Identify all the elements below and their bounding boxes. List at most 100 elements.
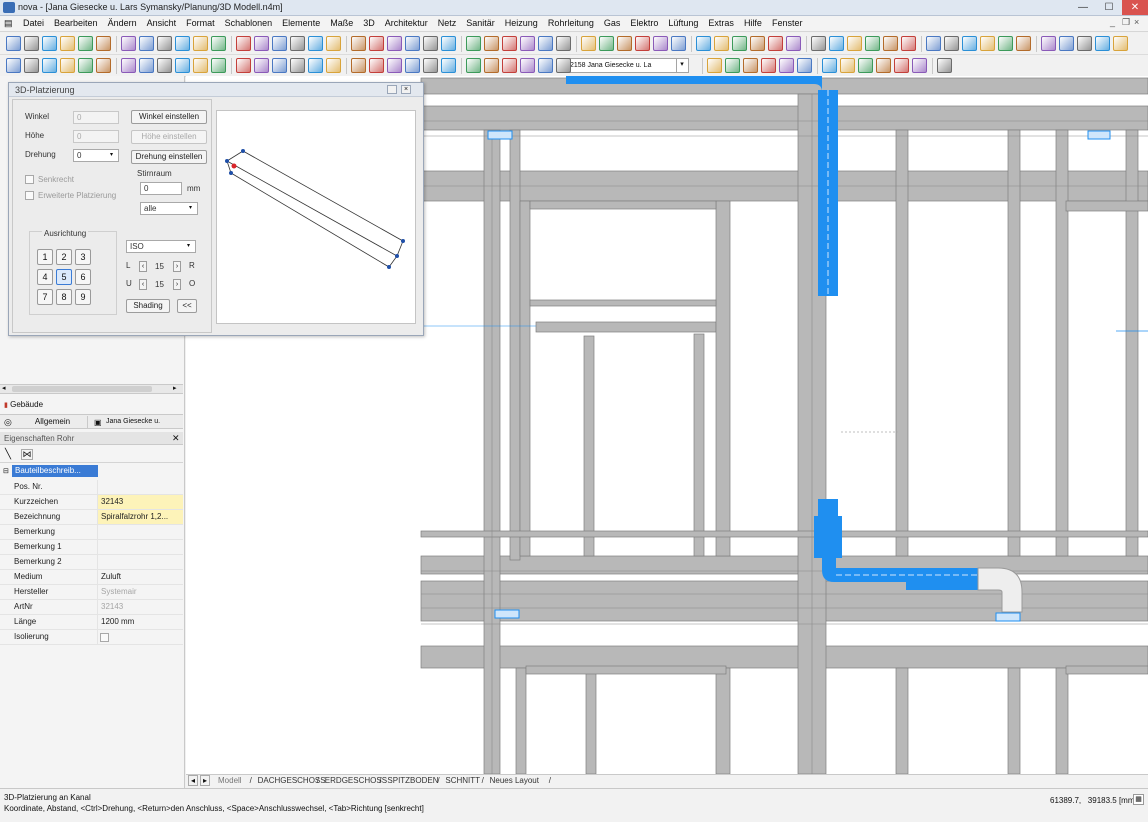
toolbar-tool-icon[interactable] [901, 36, 916, 51]
property-row[interactable]: Pos. Nr. [0, 480, 183, 495]
mdi-close-icon[interactable]: × [1134, 17, 1139, 27]
view-chevron-icon[interactable]: ▾ [187, 242, 190, 249]
sheet-tab[interactable]: DACHGESCHOSS [258, 776, 326, 785]
status-grip-icon[interactable]: ▦ [1133, 794, 1144, 805]
toolbar-tool-icon[interactable] [581, 36, 596, 51]
toolbar-tool-icon[interactable] [6, 36, 21, 51]
toolbar-tool-icon[interactable] [520, 58, 535, 73]
toolbar-tool-icon[interactable] [441, 58, 456, 73]
menu-item[interactable]: Datei [18, 16, 49, 31]
toolbar-tool-icon[interactable] [1041, 36, 1056, 51]
tab-scroll-left-icon[interactable]: ◂ [188, 775, 198, 786]
toolbar-tool-icon[interactable] [937, 58, 952, 73]
toolbar-tool-icon[interactable] [714, 36, 729, 51]
menu-item[interactable]: Hilfe [739, 16, 767, 31]
toolbar-tool-icon[interactable] [1016, 36, 1031, 51]
toolbar-tool-icon[interactable] [466, 58, 481, 73]
toolbar-tool-icon[interactable] [556, 36, 571, 51]
property-value[interactable]: Zuluft [97, 570, 183, 584]
toolbar-tool-icon[interactable] [387, 36, 402, 51]
property-row[interactable]: Bemerkung [0, 525, 183, 540]
toolbar-tool-icon[interactable] [696, 36, 711, 51]
toolbar-tool-icon[interactable] [944, 36, 959, 51]
toolbar-tool-icon[interactable] [1113, 36, 1128, 51]
toolbar-tool-icon[interactable] [193, 36, 208, 51]
menu-item[interactable]: Netz [433, 16, 462, 31]
toolbar-tool-icon[interactable] [308, 36, 323, 51]
tab-general[interactable]: Allgemein [18, 416, 88, 428]
dialog-close-icon[interactable]: × [401, 85, 411, 94]
toolbar-tool-icon[interactable] [175, 36, 190, 51]
menu-item[interactable]: Elemente [277, 16, 325, 31]
toolbar-tool-icon[interactable] [405, 36, 420, 51]
toolbar-tool-icon[interactable] [822, 58, 837, 73]
scrollbar-thumb[interactable] [12, 386, 152, 392]
collapse-button[interactable]: << [177, 299, 197, 313]
toolbar-tool-icon[interactable] [60, 58, 75, 73]
menu-item[interactable]: Bearbeiten [49, 16, 103, 31]
toolbar-tool-icon[interactable] [121, 58, 136, 73]
numpad-button[interactable]: 1 [37, 249, 53, 265]
toolbar-tool-icon[interactable] [78, 36, 93, 51]
close-button[interactable]: ✕ [1122, 0, 1148, 15]
menu-item[interactable]: 3D [358, 16, 380, 31]
toolbar-tool-icon[interactable] [750, 36, 765, 51]
property-value[interactable] [97, 555, 183, 569]
senkrecht-checkbox[interactable] [25, 175, 34, 184]
property-row[interactable]: Medium Zuluft [0, 570, 183, 585]
toolbar-tool-icon[interactable] [308, 58, 323, 73]
props-close-icon[interactable]: ✕ [172, 433, 180, 444]
view-select[interactable]: ISO [126, 240, 196, 253]
menu-item[interactable]: Lüftung [663, 16, 703, 31]
property-value[interactable]: Systemair [97, 585, 183, 599]
toolbar-tool-icon[interactable] [441, 36, 456, 51]
toolbar-tool-icon[interactable] [768, 36, 783, 51]
mdi-restore-icon[interactable]: ❐ [1122, 17, 1130, 28]
toolbar-tool-icon[interactable] [157, 36, 172, 51]
toolbar-tool-icon[interactable] [743, 58, 758, 73]
toolbar-tool-icon[interactable] [556, 58, 571, 73]
property-value[interactable] [97, 525, 183, 539]
erweitert-checkbox[interactable] [25, 191, 34, 200]
project-row[interactable]: ▮ Gebäude [0, 400, 183, 412]
toolbar-tool-icon[interactable] [538, 58, 553, 73]
toolbar-tool-icon[interactable] [42, 36, 57, 51]
menu-item[interactable]: Ansicht [142, 16, 182, 31]
menu-item[interactable]: Fenster [767, 16, 808, 31]
collapse-icon[interactable]: ⊟ [3, 467, 9, 475]
toolbar-tool-icon[interactable] [236, 36, 251, 51]
toolbar-tool-icon[interactable] [1059, 36, 1074, 51]
toolbar-tool-icon[interactable] [405, 58, 420, 73]
u-decrease-button[interactable]: ‹ [139, 279, 147, 290]
toolbar-tool-icon[interactable] [211, 36, 226, 51]
property-row[interactable]: Bemerkung 2 [0, 555, 183, 570]
toolbar-tool-icon[interactable] [617, 36, 632, 51]
toolbar-tool-icon[interactable] [797, 58, 812, 73]
toolbar-tool-icon[interactable] [725, 58, 740, 73]
property-value[interactable] [97, 630, 183, 644]
toolbar-tool-icon[interactable] [829, 36, 844, 51]
toolbar-tool-icon[interactable] [926, 36, 941, 51]
toolbar-tool-icon[interactable] [635, 36, 650, 51]
maximize-button[interactable]: ☐ [1096, 0, 1122, 15]
menu-item[interactable]: Schablonen [220, 16, 278, 31]
sheet-tab[interactable]: ERDGESCHOSS [325, 776, 387, 785]
toolbar-tool-icon[interactable] [962, 36, 977, 51]
scroll-left-icon[interactable]: ◂ [2, 384, 6, 392]
toolbar-tool-icon[interactable] [96, 58, 111, 73]
numpad-button[interactable]: 8 [56, 289, 72, 305]
toolbar-tool-icon[interactable] [876, 58, 891, 73]
toolbar-tool-icon[interactable] [599, 36, 614, 51]
toolbar-tool-icon[interactable] [998, 36, 1013, 51]
isolierung-checkbox[interactable] [100, 633, 109, 642]
property-value[interactable]: 32143 [97, 495, 183, 509]
horizontal-scrollbar[interactable]: ◂ ▸ [0, 384, 183, 394]
toolbar-tool-icon[interactable] [732, 36, 747, 51]
toolbar-tool-icon[interactable] [96, 36, 111, 51]
property-row[interactable]: Länge 1200 mm [0, 615, 183, 630]
toolbar-tool-icon[interactable] [761, 58, 776, 73]
menu-item[interactable]: Maße [325, 16, 358, 31]
menu-item[interactable]: Gas [599, 16, 626, 31]
toolbar-tool-icon[interactable] [502, 58, 517, 73]
toolbar-tool-icon[interactable] [369, 58, 384, 73]
